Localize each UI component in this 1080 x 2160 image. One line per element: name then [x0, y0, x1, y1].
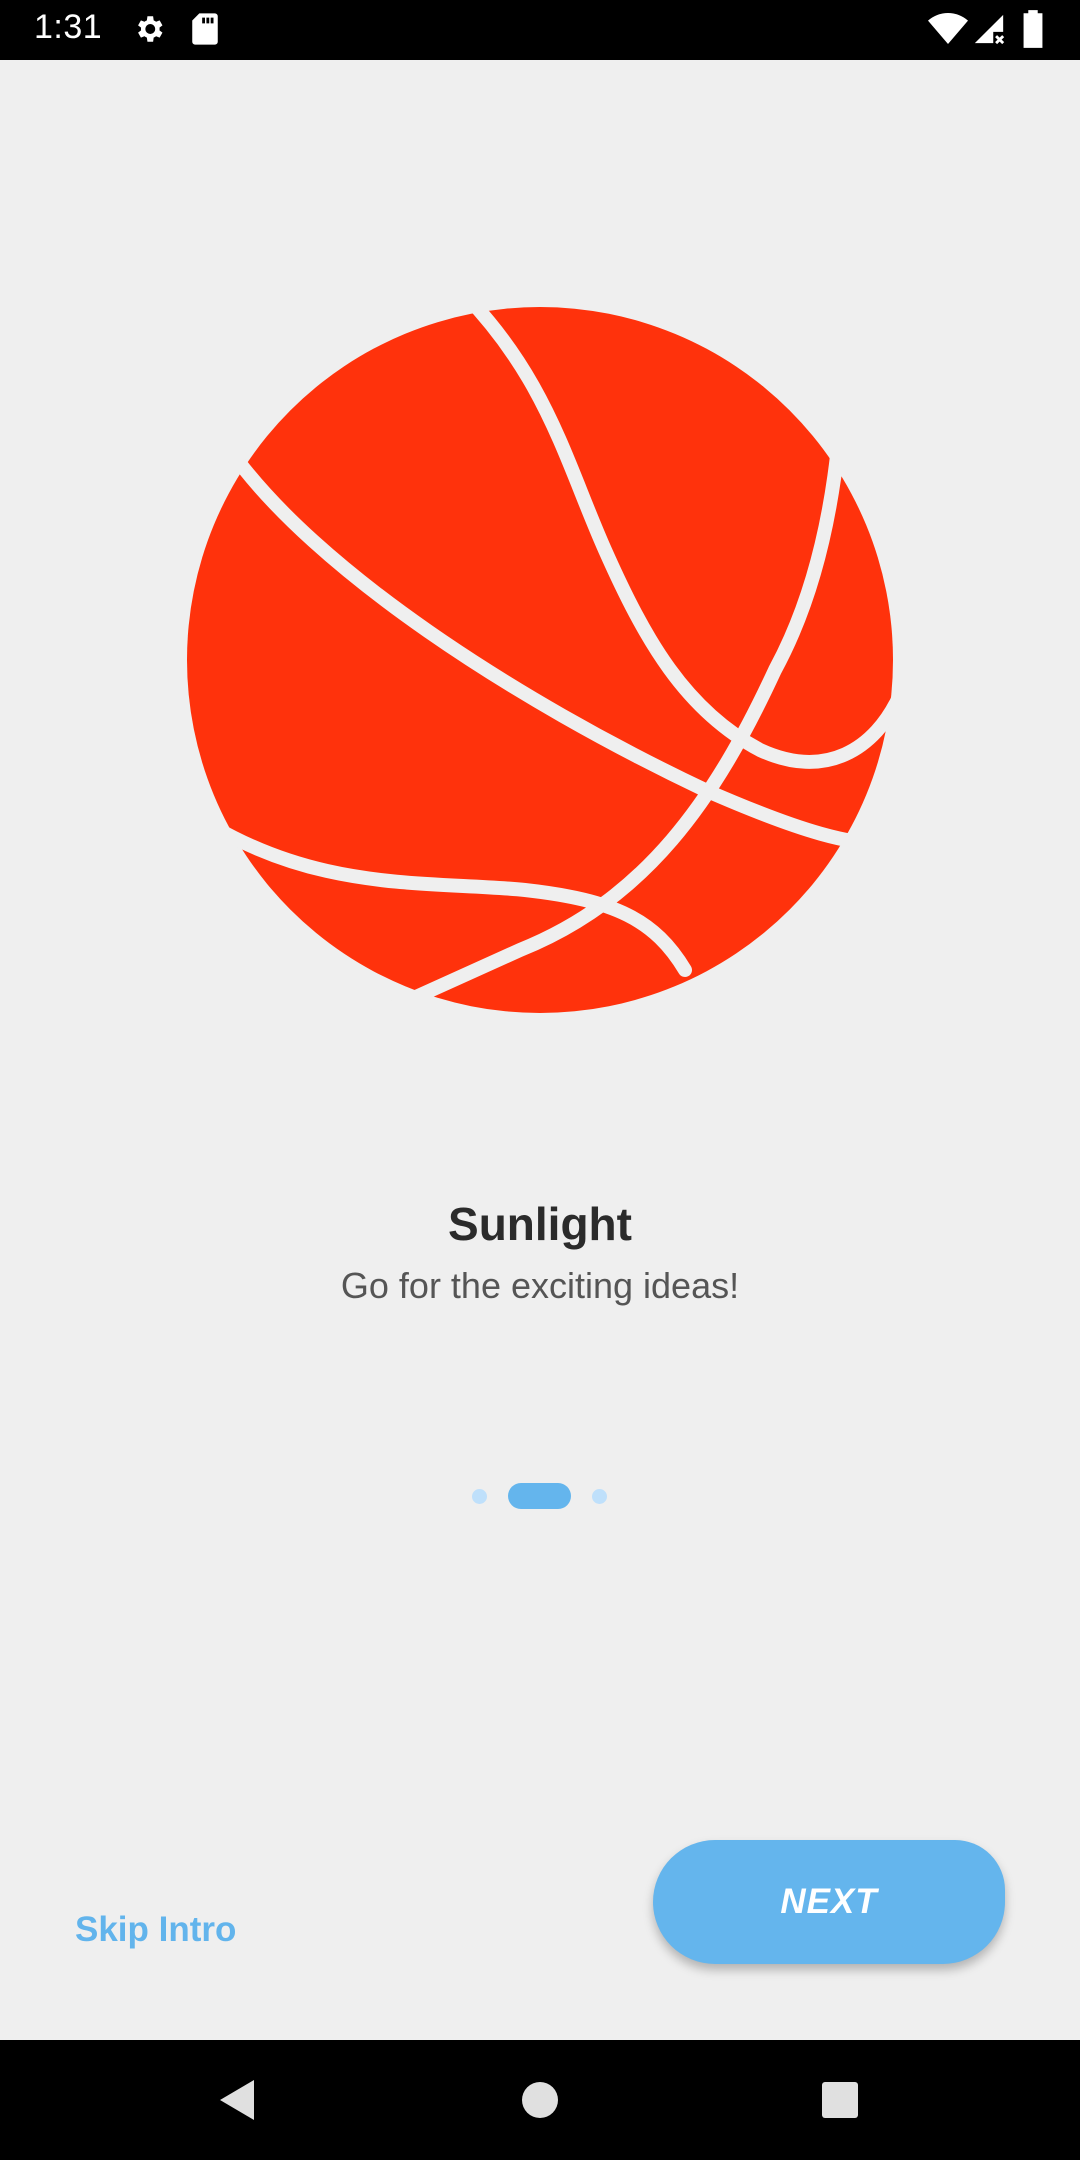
intro-screen: Sunlight Go for the exciting ideas! Skip… [0, 60, 1080, 2040]
intro-title: Sunlight [448, 1198, 632, 1250]
battery-icon [1023, 10, 1043, 48]
basketball-icon [185, 300, 895, 1020]
recents-icon[interactable] [810, 2070, 870, 2130]
back-icon[interactable] [208, 2070, 268, 2130]
intro-subtitle: Go for the exciting ideas! [340, 1265, 740, 1306]
sd-card-icon [192, 13, 218, 45]
page-indicator-dot-active[interactable] [508, 1483, 571, 1509]
navigation-bar [0, 2040, 1080, 2160]
status-time: 1:31 [34, 8, 103, 46]
cell-signal-icon [974, 14, 1005, 45]
skip-intro-button[interactable]: Skip Intro [75, 1910, 236, 1950]
page-indicator-dot[interactable] [472, 1489, 487, 1504]
next-button[interactable]: NEXT [653, 1840, 1005, 1964]
settings-icon [138, 16, 163, 42]
status-bar: 1:31 [0, 0, 1080, 60]
home-icon[interactable] [510, 2070, 570, 2130]
page-indicator-dot[interactable] [592, 1489, 607, 1504]
next-button-label: NEXT [780, 1882, 878, 1921]
wifi-icon [928, 13, 968, 44]
